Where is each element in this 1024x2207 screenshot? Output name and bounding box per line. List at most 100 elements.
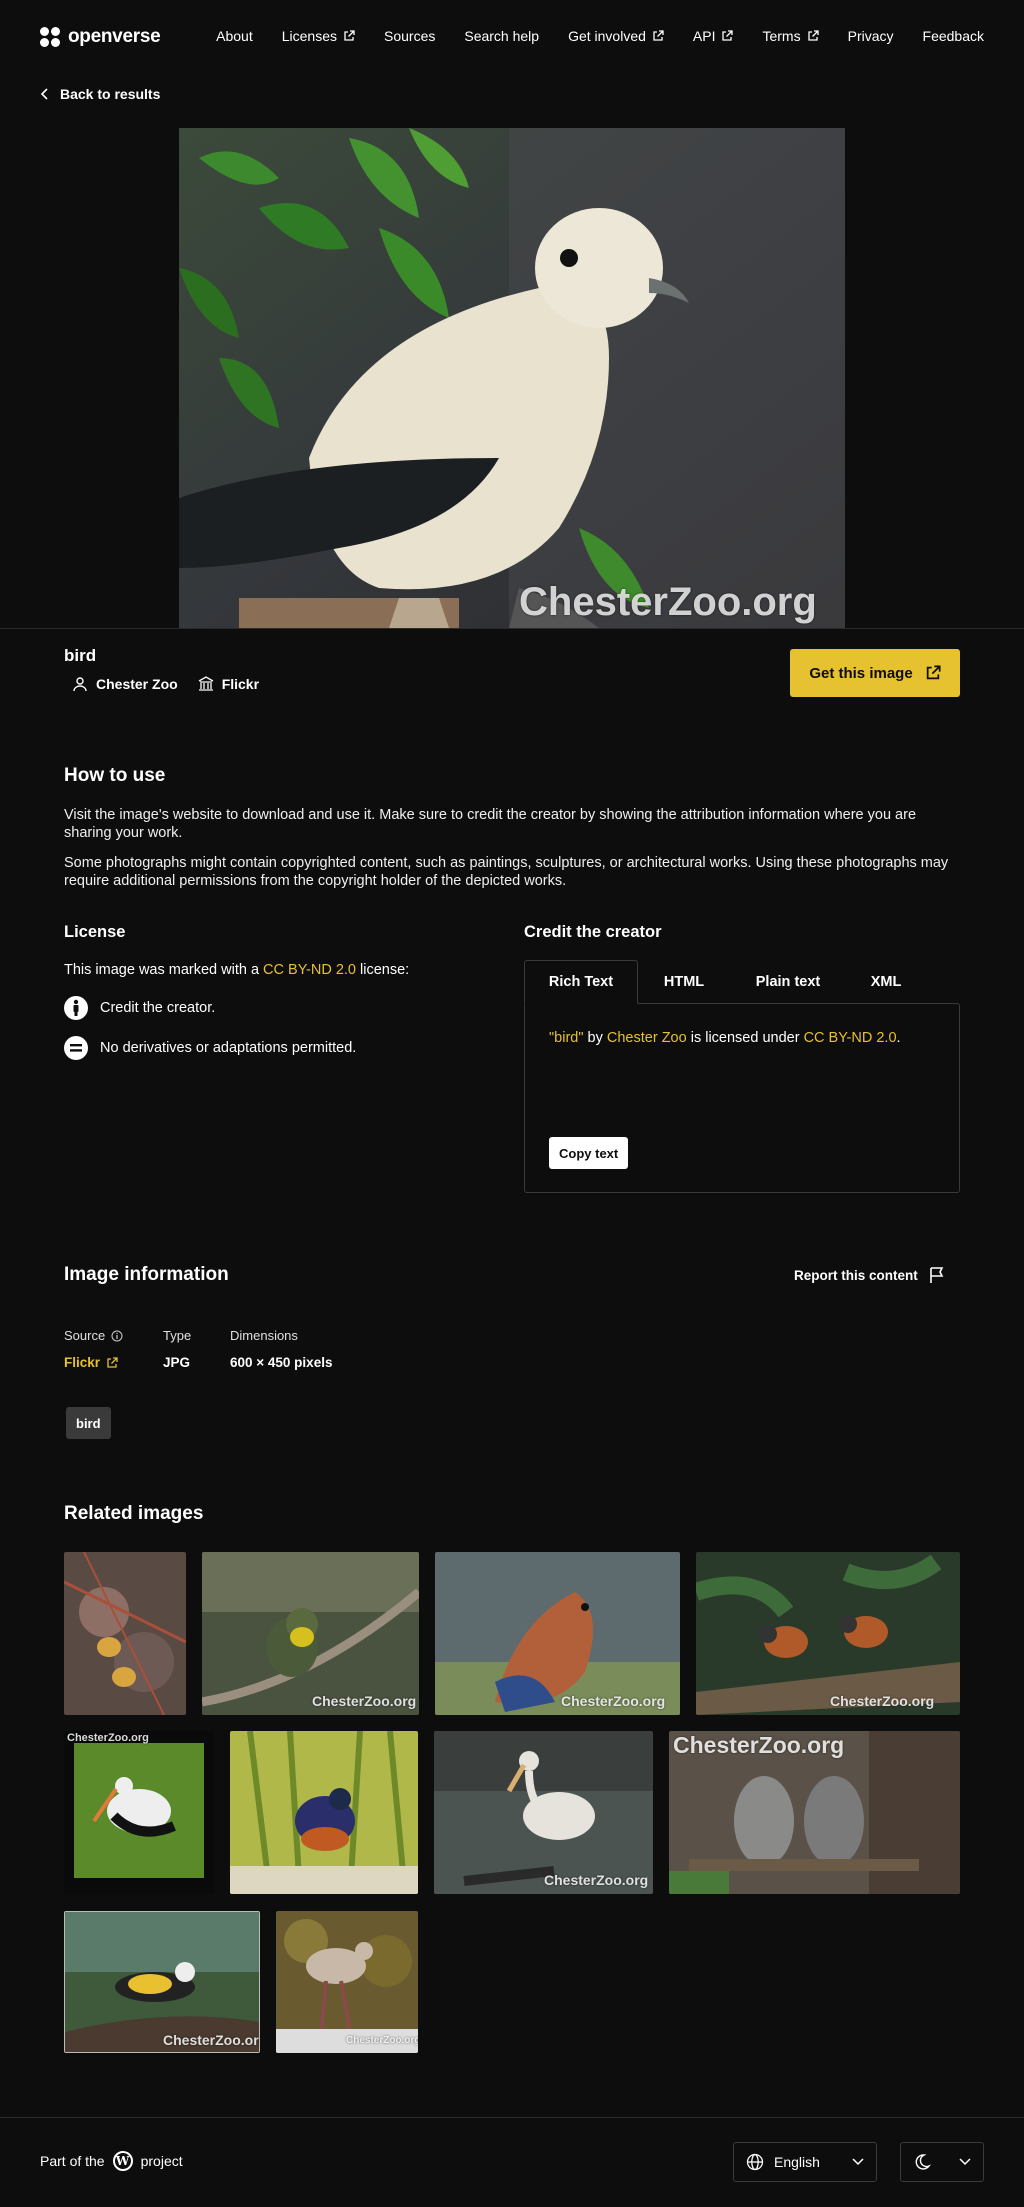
nav-about-label: About xyxy=(216,28,253,44)
nav-search-help-label: Search help xyxy=(464,28,540,44)
attr-licensed: is licensed under xyxy=(690,1030,800,1046)
get-this-image-button[interactable]: Get this image xyxy=(790,649,960,697)
related-image-9[interactable]: ChesterZoo.org xyxy=(64,1911,260,2053)
nav-get-involved-label: Get involved xyxy=(568,28,646,44)
type-value: JPG xyxy=(163,1355,191,1370)
related-image-2-watermark: ChesterZoo.org xyxy=(312,1693,417,1709)
external-link-icon xyxy=(926,665,941,680)
related-image-8[interactable]: ChesterZoo.org xyxy=(669,1731,960,1894)
nav-get-involved[interactable]: Get involved xyxy=(568,28,664,44)
info-type: Type JPG xyxy=(163,1328,191,1370)
nav-feedback[interactable]: Feedback xyxy=(923,28,984,44)
nav-licenses[interactable]: Licenses xyxy=(282,28,355,44)
nav-licenses-label: Licenses xyxy=(281,28,337,44)
tab-rich-text[interactable]: Rich Text xyxy=(524,960,638,1004)
person-icon xyxy=(73,677,87,692)
related-image-3[interactable]: ChesterZoo.org xyxy=(435,1552,680,1715)
related-image-10-watermark: ChesterZoo.org xyxy=(346,2035,418,2046)
tab-xml[interactable]: XML xyxy=(846,960,926,1004)
attr-period: . xyxy=(896,1030,901,1046)
source-name: Flickr xyxy=(221,676,260,692)
main-image[interactable]: ChesterZoo.org xyxy=(179,128,845,628)
related-image-7[interactable]: ChesterZoo.org xyxy=(434,1731,653,1894)
related-image-10-photo xyxy=(276,1911,418,2053)
related-image-6-photo xyxy=(230,1731,418,1894)
license-statement: This image was marked with a CC BY-ND 2.… xyxy=(64,962,409,978)
credit-panel: "bird" by Chester Zoo is licensed under … xyxy=(524,1003,960,1193)
nav-privacy-label: Privacy xyxy=(847,28,894,44)
nav-terms-label: Terms xyxy=(762,28,801,44)
back-label: Back to results xyxy=(60,86,161,102)
how-to-use-paragraph-2: Some photographs might contain copyright… xyxy=(64,855,949,889)
external-link-icon xyxy=(807,30,819,41)
related-image-2[interactable]: ChesterZoo.org xyxy=(202,1552,419,1715)
nav-privacy[interactable]: Privacy xyxy=(848,28,894,44)
nav-api[interactable]: API xyxy=(693,28,734,44)
license-prefix: This image was marked with a xyxy=(64,962,260,978)
source-value-link[interactable]: Flickr xyxy=(64,1355,123,1370)
tab-html[interactable]: HTML xyxy=(638,960,730,1004)
tab-plain-text[interactable]: Plain text xyxy=(730,960,846,1004)
divider xyxy=(0,628,1024,629)
dimensions-value: 600 × 450 pixels xyxy=(230,1355,333,1370)
nav-terms[interactable]: Terms xyxy=(762,28,819,44)
copy-text-button[interactable]: Copy text xyxy=(549,1137,629,1169)
nav-sources[interactable]: Sources xyxy=(384,28,435,44)
language-value: English xyxy=(774,2154,820,2170)
related-image-6[interactable] xyxy=(230,1731,418,1894)
attr-quote-close: " xyxy=(578,1030,584,1046)
footer-divider xyxy=(0,2117,1024,2118)
external-link-icon xyxy=(722,30,734,41)
site-header: openverse About Licenses Sources Search … xyxy=(0,0,1024,78)
related-image-5[interactable]: ChesterZoo.org xyxy=(64,1731,214,1894)
nav-about[interactable]: About xyxy=(216,28,253,44)
attr-creator-link[interactable]: Chester Zoo xyxy=(607,1030,687,1046)
source-value: Flickr xyxy=(64,1355,101,1370)
related-image-7-photo xyxy=(434,1731,653,1894)
main-nav: About Licenses Sources Search help Get i… xyxy=(187,28,984,44)
related-image-2-photo xyxy=(202,1552,419,1715)
related-image-1[interactable] xyxy=(64,1552,186,1715)
attribution-text: "bird" by Chester Zoo is licensed under … xyxy=(549,1030,901,1046)
related-image-9-watermark: ChesterZoo.org xyxy=(163,2032,260,2048)
language-select[interactable]: English xyxy=(733,2142,877,2182)
tag-bird[interactable]: bird xyxy=(66,1407,111,1439)
license-item-by: Credit the creator. xyxy=(64,996,215,1020)
footer-part-of: Part of the xyxy=(40,2153,105,2169)
how-to-use-heading: How to use xyxy=(64,765,166,786)
info-icon[interactable] xyxy=(111,1330,123,1342)
license-suffix: license: xyxy=(360,962,410,978)
related-image-5-photo xyxy=(64,1731,214,1894)
license-item-nd-text: No derivatives or adaptations permitted. xyxy=(100,1040,357,1056)
attr-title-link[interactable]: bird xyxy=(554,1030,578,1046)
nav-sources-label: Sources xyxy=(384,28,436,44)
cc-by-icon xyxy=(64,996,88,1020)
bird-photo xyxy=(179,128,845,628)
image-watermark: ChesterZoo.org xyxy=(519,580,817,624)
cc-nd-icon xyxy=(64,1036,88,1060)
back-to-results-link[interactable]: Back to results xyxy=(40,86,160,102)
chevron-left-icon xyxy=(40,88,48,100)
source-link[interactable]: Flickr xyxy=(198,676,259,692)
external-link-icon xyxy=(653,30,664,41)
chevron-down-icon xyxy=(959,2158,971,2166)
flag-icon xyxy=(929,1267,944,1283)
report-content-button[interactable]: Report this content xyxy=(794,1266,946,1284)
moon-icon xyxy=(915,2154,931,2170)
report-label: Report this content xyxy=(794,1267,918,1283)
creator-link[interactable]: Chester Zoo xyxy=(72,676,178,692)
license-item-by-text: Credit the creator. xyxy=(100,1000,216,1016)
theme-select[interactable] xyxy=(900,2142,984,2182)
image-title: bird xyxy=(64,646,97,665)
license-link[interactable]: CC BY-ND 2.0 xyxy=(263,962,356,978)
nav-search-help[interactable]: Search help xyxy=(464,28,539,44)
globe-icon xyxy=(746,2153,764,2171)
related-image-4[interactable]: ChesterZoo.org xyxy=(696,1552,960,1715)
related-image-10[interactable]: ChesterZoo.org xyxy=(276,1911,418,2053)
credit-tabs: Rich Text HTML Plain text XML xyxy=(524,960,926,1004)
wordpress-icon[interactable]: W xyxy=(112,2151,133,2171)
related-image-3-watermark: ChesterZoo.org xyxy=(561,1693,666,1709)
attr-by: by xyxy=(587,1030,603,1046)
attr-license-link[interactable]: CC BY-ND 2.0 xyxy=(804,1030,897,1046)
openverse-logo[interactable]: openverse xyxy=(40,26,161,48)
